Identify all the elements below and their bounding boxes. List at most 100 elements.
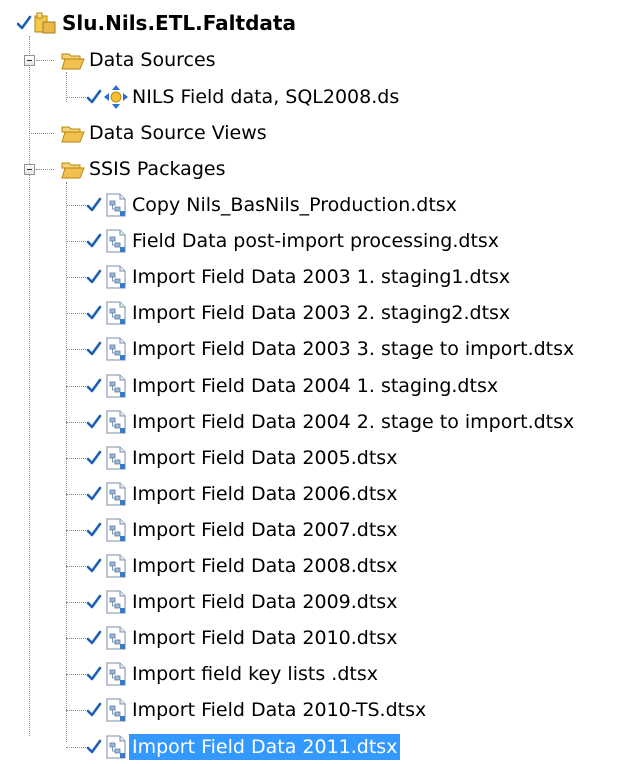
tree-branch [66, 277, 88, 278]
checkmark-icon [86, 629, 102, 647]
item-label: NILS Field data, SQL2008.ds [132, 86, 400, 108]
folder-open-icon [60, 156, 86, 182]
tree-item-ssis-package[interactable]: Import Field Data 2009.dtsx [86, 585, 400, 619]
selected-item-label: Import Field Data 2011.dtsx [129, 734, 401, 760]
ssis-package-icon [103, 553, 129, 579]
tree-item-ssis-package[interactable]: Import Field Data 2007.dtsx [86, 513, 400, 547]
checkmark-icon [86, 485, 102, 503]
checkmark-icon [86, 413, 102, 431]
ssis-package-icon [103, 625, 129, 651]
tree-branch [66, 530, 88, 531]
tree-item-ssis-package[interactable]: Import Field Data 2003 1. staging1.dtsx [86, 260, 513, 294]
checkmark-icon [86, 593, 102, 611]
checkmark-icon [86, 521, 102, 539]
tree-branch [36, 60, 54, 61]
tree-item-ssis-package[interactable]: Import Field Data 2003 3. stage to impor… [86, 332, 577, 366]
checkmark-icon [86, 232, 102, 250]
tree-root-row[interactable]: Slu.Nils.ETL.Faltdata [16, 6, 299, 40]
ssis-package-icon [103, 192, 129, 218]
tree-branch [66, 747, 88, 748]
project-name: Slu.Nils.ETL.Faltdata [62, 11, 296, 35]
folder-open-icon [60, 47, 86, 73]
item-label: Import Field Data 2003 3. stage to impor… [132, 338, 575, 360]
item-label: Import Field Data 2010.dtsx [132, 627, 398, 649]
checkmark-icon [86, 340, 102, 358]
folder-data-source-views[interactable]: Data Source Views [60, 116, 270, 150]
item-label: Import Field Data 2003 1. staging1.dtsx [132, 266, 511, 288]
ssis-package-icon [103, 373, 129, 399]
tree-branch [66, 602, 88, 603]
item-label: Import field key lists .dtsx [132, 663, 378, 685]
ssis-package-icon [103, 300, 129, 326]
checkmark-icon [86, 557, 102, 575]
ssis-package-icon [103, 589, 129, 615]
tree-branch [66, 710, 88, 711]
tree-branch [66, 422, 88, 423]
checkmark-icon [86, 304, 102, 322]
item-label: Import Field Data 2008.dtsx [132, 555, 398, 577]
item-label: Import Field Data 2005.dtsx [132, 447, 398, 469]
item-label: Import Field Data 2009.dtsx [132, 591, 398, 613]
data-source-icon [103, 84, 129, 110]
tree-branch [66, 458, 88, 459]
tree-item-ssis-package[interactable]: Import Field Data 2010-TS.dtsx [86, 693, 429, 727]
tree-item-ssis-package[interactable]: Import field key lists .dtsx [86, 657, 381, 691]
folder-open-icon [60, 120, 86, 146]
collapse-toggle-data-sources[interactable] [24, 55, 35, 66]
tree-item-ssis-package[interactable]: Import Field Data 2003 2. staging2.dtsx [86, 296, 513, 330]
checkmark-icon [86, 738, 102, 756]
tree-branch [66, 97, 88, 98]
tree-item-ssis-package[interactable]: Import Field Data 2010.dtsx [86, 621, 400, 655]
tree-branch [66, 205, 88, 206]
checkmark-icon [86, 701, 102, 719]
item-label: Import Field Data 2004 2. stage to impor… [132, 411, 575, 433]
ssis-package-icon [103, 264, 129, 290]
ssis-package-icon [103, 734, 129, 760]
folder-ssis-packages[interactable]: SSIS Packages [60, 152, 228, 186]
checkmark-icon [16, 14, 32, 32]
project-icon [33, 10, 59, 36]
tree-line-root [29, 36, 30, 736]
folder-data-sources[interactable]: Data Sources [60, 43, 219, 77]
tree-branch [66, 349, 88, 350]
tree-item-ssis-package[interactable]: Field Data post-import processing.dtsx [86, 224, 502, 258]
tree-item-ssis-package[interactable]: Import Field Data 2005.dtsx [86, 441, 400, 475]
checkmark-icon [86, 377, 102, 395]
folder-label: Data Sources [89, 49, 216, 71]
ssis-package-icon [103, 661, 129, 687]
solution-explorer-tree: Slu.Nils.ETL.Faltdata Data Sources NILS … [0, 0, 625, 760]
tree-branch [66, 241, 88, 242]
folder-label: SSIS Packages [89, 158, 226, 180]
checkmark-icon [86, 665, 102, 683]
tree-item-ssis-package[interactable]: Import Field Data 2011.dtsx [86, 730, 401, 764]
item-label: Import Field Data 2003 2. staging2.dtsx [132, 302, 511, 324]
tree-branch [66, 566, 88, 567]
checkmark-icon [86, 196, 102, 214]
folder-label: Data Source Views [89, 122, 267, 144]
item-label: Field Data post-import processing.dtsx [132, 230, 500, 252]
ssis-package-icon [103, 517, 129, 543]
tree-item-ssis-package[interactable]: Import Field Data 2006.dtsx [86, 477, 400, 511]
checkmark-icon [86, 449, 102, 467]
ssis-package-icon [103, 228, 129, 254]
tree-branch [36, 169, 54, 170]
item-label: Import Field Data 2006.dtsx [132, 483, 398, 505]
tree-branch [29, 133, 54, 134]
tree-item-ssis-package[interactable]: Import Field Data 2004 1. staging.dtsx [86, 369, 501, 403]
tree-item-ssis-package[interactable]: Import Field Data 2008.dtsx [86, 549, 400, 583]
tree-branch [66, 638, 88, 639]
tree-item-data-source[interactable]: NILS Field data, SQL2008.ds [86, 80, 402, 114]
collapse-toggle-ssis-packages[interactable] [24, 164, 35, 175]
tree-branch [66, 313, 88, 314]
ssis-package-icon [103, 481, 129, 507]
item-label: Import Field Data 2010-TS.dtsx [132, 699, 427, 721]
tree-item-ssis-package[interactable]: Copy Nils_BasNils_Production.dtsx [86, 188, 460, 222]
tree-item-ssis-package[interactable]: Import Field Data 2004 2. stage to impor… [86, 405, 577, 439]
item-label: Import Field Data 2004 1. staging.dtsx [132, 375, 499, 397]
checkmark-icon [86, 268, 102, 286]
item-label: Import Field Data 2007.dtsx [132, 519, 398, 541]
item-label: Copy Nils_BasNils_Production.dtsx [132, 194, 457, 216]
tree-branch [66, 386, 88, 387]
ssis-package-icon [103, 445, 129, 471]
checkmark-icon [86, 88, 102, 106]
